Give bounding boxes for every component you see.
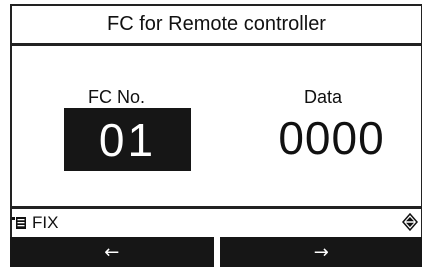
data-value[interactable]: 0000 xyxy=(269,110,394,166)
status-bar: FIX xyxy=(10,206,422,237)
fc-no-label: FC No. xyxy=(88,87,146,107)
menu-list-icon xyxy=(12,217,26,229)
fc-no-value[interactable]: 01 xyxy=(64,108,191,171)
screen-title-bar: FC for Remote controller xyxy=(10,4,422,46)
data-label: Data xyxy=(304,87,343,107)
remote-controller-screen: FC for Remote controller FC No. 01 Data … xyxy=(0,0,422,269)
left-arrow-icon: ← xyxy=(104,241,120,263)
navigation-bar: ← → xyxy=(10,237,422,267)
left-arrow-button[interactable]: ← xyxy=(10,237,214,267)
right-arrow-icon: → xyxy=(313,241,329,263)
main-content: FC No. 01 Data 0000 xyxy=(10,46,422,206)
fix-label[interactable]: FIX xyxy=(32,213,58,233)
page-title: FC for Remote controller xyxy=(107,13,326,35)
right-arrow-button[interactable]: → xyxy=(219,237,422,267)
up-down-icon[interactable] xyxy=(401,213,419,232)
